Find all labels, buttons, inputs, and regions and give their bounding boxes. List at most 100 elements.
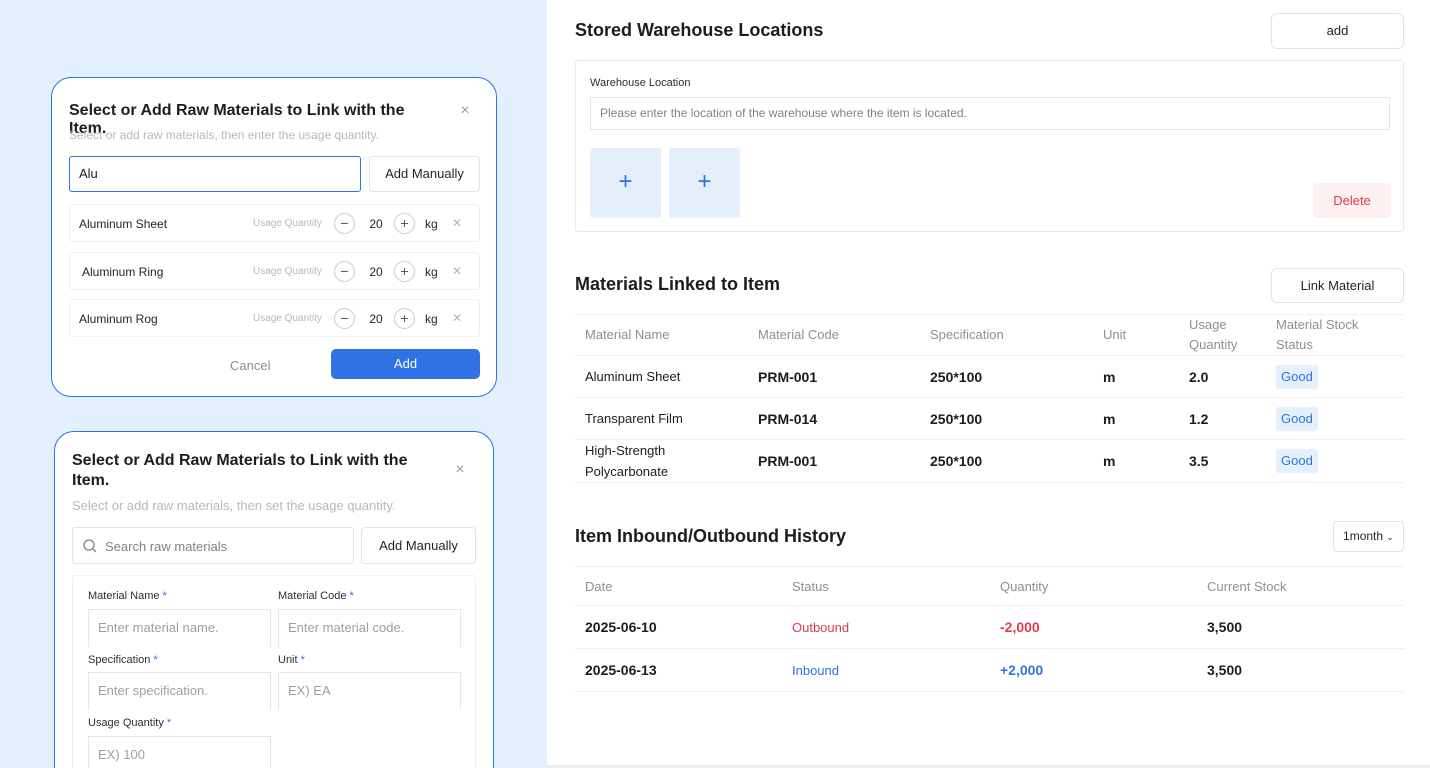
material-name-label: Material Name *: [88, 590, 167, 602]
list-item[interactable]: Aluminum Sheet Usage Quantity − 20 + kg …: [69, 204, 480, 242]
usage-quantity-label: Usage Quantity: [253, 313, 322, 324]
unit-label: Unit *: [278, 654, 305, 666]
minus-icon[interactable]: −: [334, 261, 355, 282]
close-icon[interactable]: ×: [457, 103, 473, 119]
column-header: Unit: [1093, 314, 1179, 356]
list-item[interactable]: Aluminum Ring Usage Quantity − 20 + kg ✕: [69, 252, 480, 290]
unit-field[interactable]: EX) EA: [278, 672, 461, 710]
add-material-dialog: Select or Add Raw Materials to Link with…: [54, 431, 494, 768]
link-material-button[interactable]: Link Material: [1271, 268, 1404, 303]
usage-quantity-cell: 3.5: [1179, 439, 1266, 483]
table-header-row: Material Name Material Code Specificatio…: [575, 314, 1404, 356]
column-header: Material Code: [748, 314, 920, 356]
column-header: Status: [782, 566, 990, 606]
table-row[interactable]: Transparent Film PRM-014 250*100 m 1.2 G…: [575, 397, 1404, 440]
material-code-cell: PRM-014: [748, 397, 920, 440]
warehouse-location-field[interactable]: Please enter the location of the warehou…: [590, 97, 1390, 130]
plus-icon[interactable]: +: [394, 261, 415, 282]
table-row[interactable]: High-Strength Polycarbonate PRM-001 250*…: [575, 439, 1404, 483]
warehouse-section-title: Stored Warehouse Locations: [575, 20, 824, 40]
column-header: Quantity: [990, 566, 1197, 606]
close-icon[interactable]: ×: [452, 462, 468, 478]
current-stock-cell: 3,500: [1197, 648, 1404, 692]
table-row[interactable]: 2025-06-13 Inbound +2,000 3,500: [575, 648, 1404, 692]
quantity-cell: +2,000: [990, 648, 1197, 692]
usage-quantity-label: Usage Quantity *: [88, 717, 172, 729]
column-header: Material Name: [575, 314, 748, 356]
warehouse-location-label: Warehouse Location: [590, 77, 691, 89]
specification-field[interactable]: Enter specification.: [88, 672, 271, 710]
remove-icon[interactable]: ✕: [452, 216, 462, 230]
column-header: Date: [575, 566, 782, 606]
search-input[interactable]: Alu: [69, 156, 361, 192]
quantity-value: 20: [369, 312, 383, 326]
column-header: Current Stock: [1197, 566, 1404, 606]
table-header-row: Date Status Quantity Current Stock: [575, 566, 1404, 606]
material-name: Aluminum Rog: [79, 312, 158, 326]
search-input[interactable]: Search raw materials: [72, 527, 354, 564]
quantity-value: 20: [369, 217, 383, 231]
search-placeholder: Search raw materials: [105, 539, 228, 554]
material-code-label: Material Code *: [278, 590, 354, 602]
specification-cell: 250*100: [920, 397, 1093, 440]
table-row[interactable]: Aluminum Sheet PRM-001 250*100 m 2.0 Goo…: [575, 355, 1404, 398]
add-image-button[interactable]: +: [669, 148, 740, 218]
history-section-title: Item Inbound/Outbound History: [575, 526, 846, 546]
date-cell: 2025-06-10: [575, 605, 782, 649]
plus-icon[interactable]: +: [394, 308, 415, 329]
chevron-down-icon: ⌄: [1386, 532, 1394, 542]
date-cell: 2025-06-13: [575, 648, 782, 692]
warehouse-card: Warehouse Location Please enter the loca…: [575, 60, 1404, 232]
usage-quantity-field[interactable]: EX) 100: [88, 736, 271, 768]
material-code-cell: PRM-001: [748, 355, 920, 398]
add-warehouse-button[interactable]: add: [1271, 13, 1404, 49]
select-materials-dialog: Select or Add Raw Materials to Link with…: [51, 77, 497, 397]
list-item[interactable]: Aluminum Rog Usage Quantity − 20 + kg ✕: [69, 299, 480, 337]
materials-section-title: Materials Linked to Item: [575, 274, 781, 294]
history-table: Date Status Quantity Current Stock 2025-…: [575, 566, 1404, 692]
material-name-field[interactable]: Enter material name.: [88, 609, 271, 647]
material-name-cell: Transparent Film: [575, 397, 748, 440]
period-select[interactable]: 1month ⌄: [1333, 521, 1404, 552]
minus-icon[interactable]: −: [334, 213, 355, 234]
unit-cell: m: [1093, 355, 1179, 398]
cancel-button[interactable]: Cancel: [230, 358, 270, 373]
status-cell: Inbound: [782, 648, 990, 692]
add-button[interactable]: Add: [331, 349, 480, 379]
usage-quantity-cell: 2.0: [1179, 355, 1266, 398]
material-name: Aluminum Sheet: [79, 217, 168, 231]
column-header: Material Stock Status: [1266, 314, 1404, 356]
material-form: Material Name * Enter material name. Mate…: [72, 575, 476, 768]
plus-icon[interactable]: +: [394, 213, 415, 234]
dialog-subtitle: Select or add raw materials, then enter …: [69, 128, 379, 142]
material-name-cell: High-Strength Polycarbonate: [575, 439, 748, 483]
add-manually-button[interactable]: Add Manually: [361, 527, 476, 564]
remove-icon[interactable]: ✕: [452, 264, 462, 278]
table-row[interactable]: 2025-06-10 Outbound -2,000 3,500: [575, 605, 1404, 649]
remove-icon[interactable]: ✕: [452, 311, 462, 325]
column-header: Specification: [920, 314, 1093, 356]
status-cell: Good: [1266, 355, 1404, 398]
materials-table: Material Name Material Code Specificatio…: [575, 314, 1404, 483]
unit-label: kg: [425, 265, 438, 279]
add-manually-button[interactable]: Add Manually: [369, 156, 480, 192]
material-name-cell: Aluminum Sheet: [575, 355, 748, 398]
status-cell: Good: [1266, 397, 1404, 440]
unit-label: kg: [425, 312, 438, 326]
unit-cell: m: [1093, 397, 1179, 440]
dialog-subtitle: Select or add raw materials, then set th…: [72, 498, 396, 513]
status-badge: Good: [1276, 449, 1318, 473]
status-badge: Good: [1276, 364, 1318, 389]
unit-cell: m: [1093, 439, 1179, 483]
usage-quantity-label: Usage Quantity: [253, 266, 322, 277]
status-cell: Good: [1266, 439, 1404, 483]
current-stock-cell: 3,500: [1197, 605, 1404, 649]
column-header: Usage Quantity: [1179, 314, 1266, 356]
search-icon: [83, 539, 97, 553]
unit-label: kg: [425, 217, 438, 231]
material-code-field[interactable]: Enter material code.: [278, 609, 461, 647]
quantity-value: 20: [369, 265, 383, 279]
add-image-button[interactable]: +: [590, 148, 661, 218]
delete-button[interactable]: Delete: [1313, 183, 1391, 218]
minus-icon[interactable]: −: [334, 308, 355, 329]
